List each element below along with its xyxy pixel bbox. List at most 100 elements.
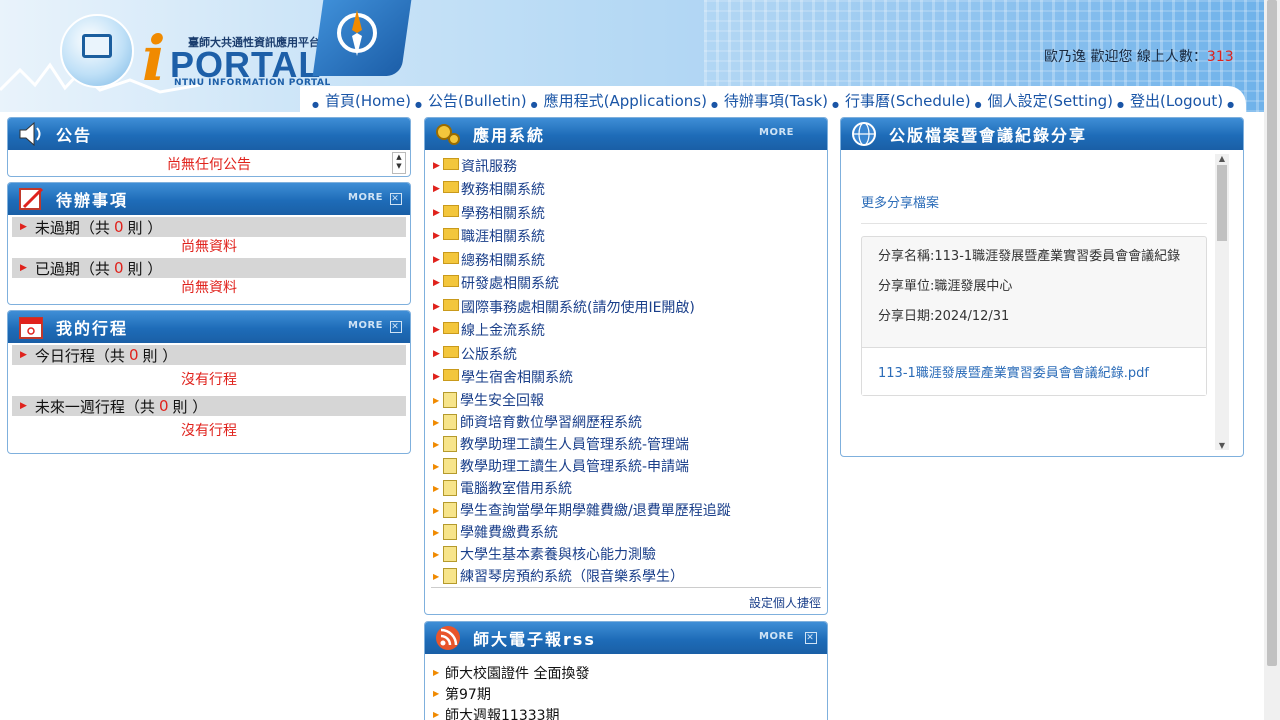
app-folder[interactable]: ▶ 學生宿舍相關系統 bbox=[433, 366, 731, 390]
app-item[interactable]: ▶ 教學助理工讀生人員管理系統-申請端 bbox=[433, 455, 731, 477]
app-item[interactable]: ▶ 練習琴房預約系統（限音樂系學生） bbox=[433, 565, 731, 587]
speaker-icon bbox=[19, 121, 41, 147]
todo-empty: 尚無資料 bbox=[181, 239, 237, 255]
bulletin-scroll[interactable]: ▲ ▼ bbox=[392, 152, 406, 174]
todo-overdue-row[interactable]: ▶ 已過期（共 0 則 ） bbox=[12, 258, 406, 278]
folder-icon bbox=[443, 157, 459, 170]
logo-i-mark: i bbox=[142, 22, 166, 95]
arrow-icon: ▶ bbox=[20, 350, 27, 360]
schedule-empty: 沒有行程 bbox=[181, 372, 237, 388]
rss-item[interactable]: ▶ 第97期 bbox=[433, 683, 589, 704]
todo-title: 待辦事項 bbox=[56, 191, 129, 210]
schedule-week-row[interactable]: ▶ 未來一週行程（共 0 則 ） bbox=[12, 396, 406, 416]
app-folder[interactable]: ▶ 國際事務處相關系統(請勿使用IE開啟) bbox=[433, 295, 731, 319]
page-scrollbar[interactable] bbox=[1264, 0, 1280, 720]
folder-icon bbox=[443, 322, 459, 335]
todo-not-overdue-row[interactable]: ▶ 未過期（共 0 則 ） bbox=[12, 217, 406, 237]
welcome-text: 歐乃逸 歡迎您 線上人數：313 bbox=[1044, 49, 1234, 65]
bulletin-empty: 尚無任何公告 bbox=[167, 157, 251, 173]
scroll-down-icon[interactable]: ▼ bbox=[1215, 441, 1229, 450]
share-scrollbar[interactable]: ▲ ▼ bbox=[1215, 154, 1229, 450]
app-item[interactable]: ▶ 電腦教室借用系統 bbox=[433, 477, 731, 499]
schedule-title: 我的行程 bbox=[56, 319, 129, 338]
document-icon bbox=[443, 436, 457, 452]
bullet-icon: ● bbox=[1227, 100, 1235, 109]
arrow-icon: ▶ bbox=[433, 527, 440, 537]
arrow-icon: ▶ bbox=[433, 505, 440, 515]
schedule-close-icon[interactable]: ✕ bbox=[390, 321, 402, 333]
nav-logout[interactable]: ● 登出(Logout) ● bbox=[1113, 90, 1240, 111]
app-folder[interactable]: ▶ 職涯相關系統 bbox=[433, 225, 731, 249]
rss-close-icon[interactable]: ✕ bbox=[805, 632, 817, 644]
document-icon bbox=[443, 458, 457, 474]
folder-icon bbox=[443, 228, 459, 241]
nav-schedule[interactable]: ● 行事曆(Schedule) bbox=[828, 90, 971, 111]
app-folder[interactable]: ▶ 線上金流系統 bbox=[433, 319, 731, 343]
app-item[interactable]: ▶ 學雜費繳費系統 bbox=[433, 521, 731, 543]
nav-applications[interactable]: ● 應用程式(Applications) bbox=[527, 90, 707, 111]
arrow-icon: ▶ bbox=[433, 710, 440, 719]
rss-icon bbox=[436, 626, 460, 650]
rss-item[interactable]: ▶ 師大校園證件 全面換發 bbox=[433, 662, 589, 683]
folder-icon bbox=[443, 369, 459, 382]
share-file-link[interactable]: 113-1職涯發展暨產業實習委員會會議紀錄.pdf bbox=[862, 347, 1206, 395]
folder-icon bbox=[443, 251, 459, 264]
share-date: 分享日期:2024/12/31 bbox=[878, 309, 1010, 324]
arrow-icon: ▶ bbox=[433, 439, 440, 449]
apps-shortcut-link[interactable]: 設定個人捷徑 bbox=[749, 594, 821, 611]
schedule-today-row[interactable]: ▶ 今日行程（共 0 則 ） bbox=[12, 345, 406, 365]
arrow-icon: ▶ bbox=[433, 184, 440, 195]
schedule-more-button[interactable]: MORE bbox=[348, 320, 383, 331]
nav-setting[interactable]: ● 個人設定(Setting) bbox=[971, 90, 1113, 111]
scroll-thumb[interactable] bbox=[1217, 165, 1227, 241]
gears-icon bbox=[436, 124, 460, 145]
todo-more-button[interactable]: MORE bbox=[348, 192, 383, 203]
app-folder[interactable]: ▶ 教務相關系統 bbox=[433, 178, 731, 202]
bullet-icon: ● bbox=[530, 100, 538, 109]
nav-task[interactable]: ● 待辦事項(Task) bbox=[707, 90, 828, 111]
app-item[interactable]: ▶ 學生安全回報 bbox=[433, 389, 731, 411]
app-item[interactable]: ▶ 教學助理工讀生人員管理系統-管理端 bbox=[433, 433, 731, 455]
bulletin-title: 公告 bbox=[56, 126, 93, 145]
document-icon bbox=[443, 524, 457, 540]
app-folder[interactable]: ▶ 學務相關系統 bbox=[433, 201, 731, 225]
arrow-icon: ▶ bbox=[433, 483, 440, 493]
apps-more-button[interactable]: MORE bbox=[759, 127, 794, 138]
share-name: 分享名稱:113-1職涯發展暨產業實習委員會會議紀錄 bbox=[878, 249, 1181, 264]
share-title-bar: 公版檔案暨會議紀錄分享 bbox=[841, 118, 1243, 150]
folder-icon bbox=[443, 181, 459, 194]
header-banner: 臺師大共通性資訊應用平台 i PORTAL NTNU INFORMATION P… bbox=[0, 0, 1264, 112]
app-folder[interactable]: ▶ 總務相關系統 bbox=[433, 248, 731, 272]
app-item[interactable]: ▶ 學生查詢當學年期學雜費繳/退費單歷程追蹤 bbox=[433, 499, 731, 521]
page-scroll-thumb[interactable] bbox=[1267, 0, 1277, 666]
app-folder[interactable]: ▶ 公版系統 bbox=[433, 342, 731, 366]
document-icon bbox=[443, 480, 457, 496]
app-folder[interactable]: ▶ 研發處相關系統 bbox=[433, 272, 731, 296]
todo-empty: 尚無資料 bbox=[181, 280, 237, 296]
bullet-icon: ● bbox=[415, 100, 422, 109]
bullet-icon: ● bbox=[832, 100, 839, 109]
bulletin-panel: 公告 尚無任何公告 ▲ ▼ bbox=[7, 117, 411, 177]
bullet-icon: ● bbox=[710, 100, 718, 109]
scroll-up-icon[interactable]: ▲ bbox=[1215, 154, 1229, 163]
share-panel: 公版檔案暨會議紀錄分享 更多分享檔案 分享名稱:113-1職涯發展暨產業實習委員… bbox=[840, 117, 1244, 457]
rss-more-button[interactable]: MORE bbox=[759, 631, 794, 642]
rss-title: 師大電子報rss bbox=[473, 630, 596, 649]
arrow-icon: ▶ bbox=[433, 461, 440, 471]
arrow-icon: ▶ bbox=[433, 549, 440, 559]
nav-home[interactable]: ● 首頁(Home) bbox=[308, 90, 411, 111]
app-item[interactable]: ▶ 大學生基本素養與核心能力測驗 bbox=[433, 543, 731, 565]
nav-bulletin[interactable]: ● 公告(Bulletin) bbox=[411, 90, 527, 111]
bullet-icon: ● bbox=[312, 100, 319, 109]
rss-item[interactable]: ▶ 師大週報11333期 bbox=[433, 704, 589, 720]
main-nav: ● 首頁(Home) ● 公告(Bulletin) ● 應用程式(Applicatio… bbox=[308, 90, 1240, 111]
todo-close-icon[interactable]: ✕ bbox=[390, 193, 402, 205]
arrow-icon: ▶ bbox=[20, 263, 27, 273]
schedule-empty: 沒有行程 bbox=[181, 423, 237, 439]
app-folder[interactable]: ▶ 資訊服務 bbox=[433, 154, 731, 178]
folder-icon bbox=[443, 275, 459, 288]
apps-title-bar: 應用系統 MORE bbox=[425, 118, 827, 150]
app-item[interactable]: ▶ 師資培育數位學習網歷程系統 bbox=[433, 411, 731, 433]
more-share-link[interactable]: 更多分享檔案 bbox=[861, 158, 1207, 224]
arrow-icon: ▶ bbox=[433, 207, 440, 218]
